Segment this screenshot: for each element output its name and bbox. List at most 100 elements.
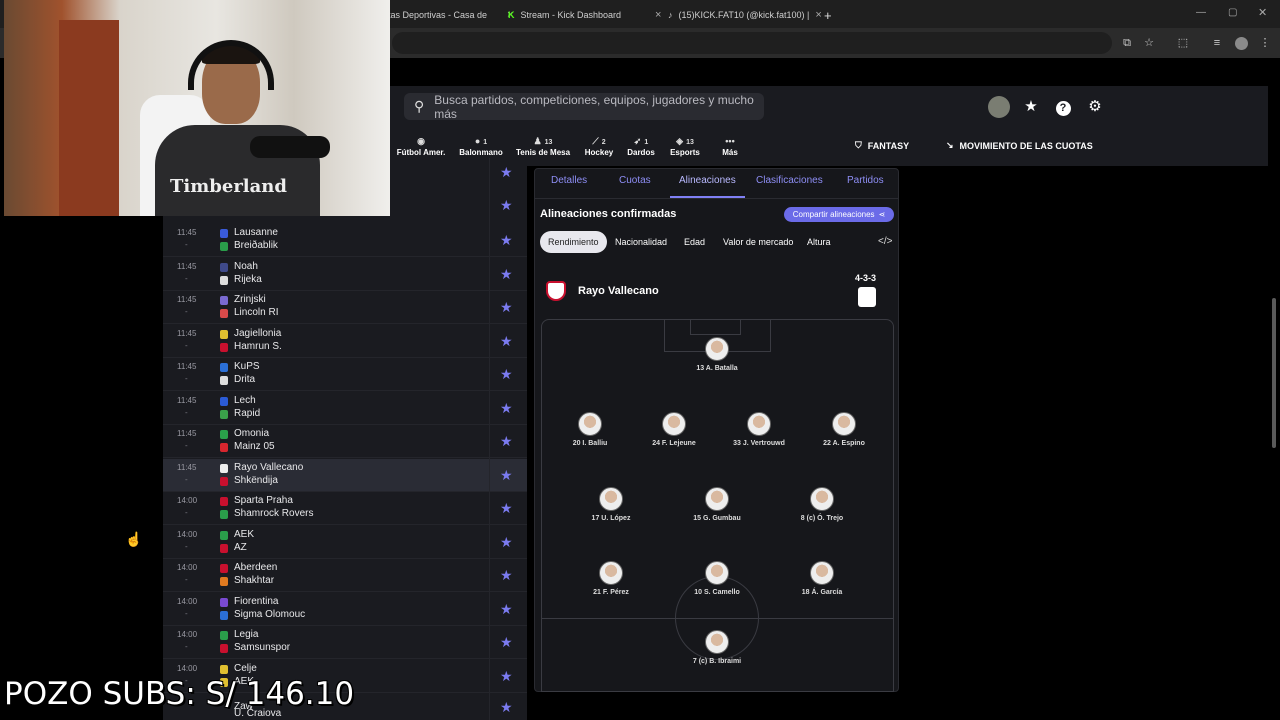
odds-movement-link[interactable]: ↘ MOVIMIENTO DE LAS CUOTAS — [946, 140, 1093, 151]
sport-table-tennis[interactable]: ♟ 13 Tenis de Mesa — [515, 136, 571, 157]
match-row[interactable]: 14:00 - Sparta Praha Shamrock Rovers ★ — [163, 492, 527, 525]
filter-nationality[interactable]: Nacionalidad — [607, 231, 675, 253]
bookmark-star-icon[interactable]: ☆ — [1142, 36, 1156, 50]
match-row[interactable]: 14:00 - Legia Samsunspor ★ — [163, 626, 527, 659]
user-avatar[interactable] — [988, 96, 1010, 118]
match-row[interactable]: 11:45 - Noah Rijeka ★ — [163, 257, 527, 291]
home-team: Zrinjski — [234, 294, 266, 305]
fantasy-link[interactable]: ⛉ FANTASY — [855, 140, 909, 151]
player-marker[interactable]: 21 F. Pérez — [566, 561, 656, 596]
kick-icon: K — [508, 10, 515, 20]
browser-tab[interactable]: K Stream - Kick Dashboard × — [508, 4, 661, 26]
favorite-star-icon[interactable]: ★ — [500, 164, 513, 181]
close-icon[interactable]: × — [655, 9, 661, 21]
player-marker[interactable]: 17 U. López — [566, 487, 656, 522]
player-marker[interactable]: 33 J. Vertrouwd — [714, 412, 804, 447]
minimize-icon[interactable]: — — [1196, 7, 1206, 18]
tab-standings[interactable]: Clasificaciones — [756, 175, 823, 186]
tab-details[interactable]: Detalles — [551, 175, 587, 186]
match-status: - — [185, 240, 188, 249]
match-row[interactable]: 11:45 - Omonia Mainz 05 ★ — [163, 425, 527, 458]
player-marker[interactable]: 15 G. Gumbau — [672, 487, 762, 522]
player-name: 10 S. Camello — [694, 589, 740, 596]
favorite-star-icon[interactable]: ★ — [500, 232, 513, 249]
new-tab-button[interactable]: + — [824, 4, 832, 26]
tab-odds[interactable]: Cuotas — [619, 175, 651, 186]
match-time: 11:45 — [177, 462, 197, 472]
match-status: - — [185, 441, 188, 450]
player-marker[interactable]: 10 S. Camello — [672, 561, 762, 596]
close-window-icon[interactable]: ✕ — [1258, 6, 1267, 19]
match-row[interactable]: 11:45 - Rayo Vallecano Shkëndija ★ — [163, 458, 527, 492]
player-marker[interactable]: 7 (c) B. Ibraimi — [672, 630, 762, 665]
player-marker[interactable]: 18 Á. García — [777, 561, 867, 596]
tab-lineups[interactable]: Alineaciones — [679, 175, 736, 186]
sport-more[interactable]: ••• Más — [702, 136, 758, 157]
search-bar[interactable]: ⚲ Busca partidos, competiciones, equipos… — [404, 93, 764, 121]
row-divider — [489, 626, 490, 659]
match-row[interactable]: 11:45 - Zrinjski Lincoln RI ★ — [163, 291, 527, 324]
favorite-star-icon[interactable]: ★ — [500, 534, 513, 551]
home-crest-icon — [220, 564, 228, 573]
match-row[interactable]: 11:45 - Jagiellonia Hamrun S. ★ — [163, 324, 527, 358]
reading-list-icon[interactable]: ≡ — [1210, 36, 1224, 50]
match-status: - — [185, 307, 188, 316]
menu-icon[interactable]: ⋮ — [1258, 36, 1272, 50]
favorite-star-icon[interactable]: ★ — [500, 699, 513, 716]
match-row[interactable]: 11:45 - Lech Rapid ★ — [163, 391, 527, 425]
away-crest-icon — [220, 376, 228, 385]
favorite-star-icon[interactable]: ★ — [500, 634, 513, 651]
browser-tab[interactable]: tas Deportivas - Casa de × — [388, 4, 513, 26]
extensions-icon[interactable]: ⬚ — [1176, 36, 1190, 50]
favorite-star-icon[interactable]: ★ — [500, 333, 513, 350]
favorite-star-icon[interactable]: ★ — [500, 366, 513, 383]
home-crest-icon — [220, 430, 228, 439]
favorite-star-icon[interactable]: ★ — [500, 299, 513, 316]
page-scrollbar[interactable] — [1272, 298, 1276, 448]
url-field[interactable] — [392, 32, 1112, 54]
favorite-star-icon[interactable]: ★ — [500, 668, 513, 685]
match-row[interactable]: 11:45 - KuPS Drita ★ — [163, 358, 527, 391]
match-row[interactable]: 11:45 - Lausanne Breiðablik ★ — [163, 224, 527, 257]
match-row[interactable]: 14:00 - AEK AZ ★ — [163, 525, 527, 559]
row-divider — [489, 492, 490, 525]
maximize-icon[interactable]: ▢ — [1228, 7, 1237, 18]
embed-code-icon[interactable]: </> — [878, 236, 892, 247]
match-row[interactable]: 14:00 - Aberdeen Shakhtar ★ — [163, 559, 527, 592]
sport-handball[interactable]: ● 1 Balonmano — [453, 136, 509, 157]
sport-football-american[interactable]: ◉ Fútbol Amer. — [393, 136, 449, 157]
favorite-star-icon[interactable]: ★ — [500, 467, 513, 484]
favorite-star-icon[interactable]: ★ — [500, 197, 513, 214]
favorite-star-icon[interactable]: ★ — [500, 400, 513, 417]
filter-age[interactable]: Edad — [676, 231, 713, 253]
favorite-star-icon[interactable]: ★ — [500, 500, 513, 517]
match-time: 14:00 — [177, 496, 198, 505]
match-time: 11:45 — [177, 429, 197, 438]
favorite-star-icon[interactable]: ★ — [500, 433, 513, 450]
plus-icon[interactable]: + — [824, 8, 832, 23]
filter-market-value[interactable]: Valor de mercado — [715, 231, 801, 253]
player-marker[interactable]: 8 (c) Ó. Trejo — [777, 487, 867, 522]
help-icon[interactable]: ? — [1053, 97, 1073, 117]
filter-performance[interactable]: Rendimiento — [540, 231, 607, 253]
favorite-star-icon[interactable]: ★ — [500, 567, 513, 584]
player-marker[interactable]: 24 F. Lejeune — [629, 412, 719, 447]
share-lineups-button[interactable]: Compartir alineaciones ⋖ — [784, 207, 894, 222]
favorites-star-icon[interactable]: ★ — [1021, 97, 1041, 117]
favorite-star-icon[interactable]: ★ — [500, 266, 513, 283]
profile-avatar[interactable] — [1235, 37, 1248, 50]
filter-height[interactable]: Altura — [799, 231, 839, 253]
player-marker[interactable]: 20 I. Balliu — [545, 412, 635, 447]
tab-matches[interactable]: Partidos — [847, 175, 884, 186]
player-marker[interactable]: 13 A. Batalla — [672, 337, 762, 372]
player-marker[interactable]: 22 A. Espino — [799, 412, 889, 447]
settings-gear-icon[interactable]: ⚙ — [1085, 97, 1105, 117]
match-time: 14:00 — [177, 663, 198, 673]
tiktok-icon: ♪ — [668, 10, 673, 20]
cast-icon[interactable]: ⧉ — [1120, 36, 1134, 50]
home-team: Omonia — [234, 428, 270, 439]
match-row[interactable]: 14:00 - Fiorentina Sigma Olomouc ★ — [163, 592, 527, 626]
close-icon[interactable]: × — [815, 9, 821, 21]
favorite-star-icon[interactable]: ★ — [500, 601, 513, 618]
browser-tab[interactable]: ♪ (15)KICK.FAT10 (@kick.fat100) | × — [668, 4, 822, 26]
